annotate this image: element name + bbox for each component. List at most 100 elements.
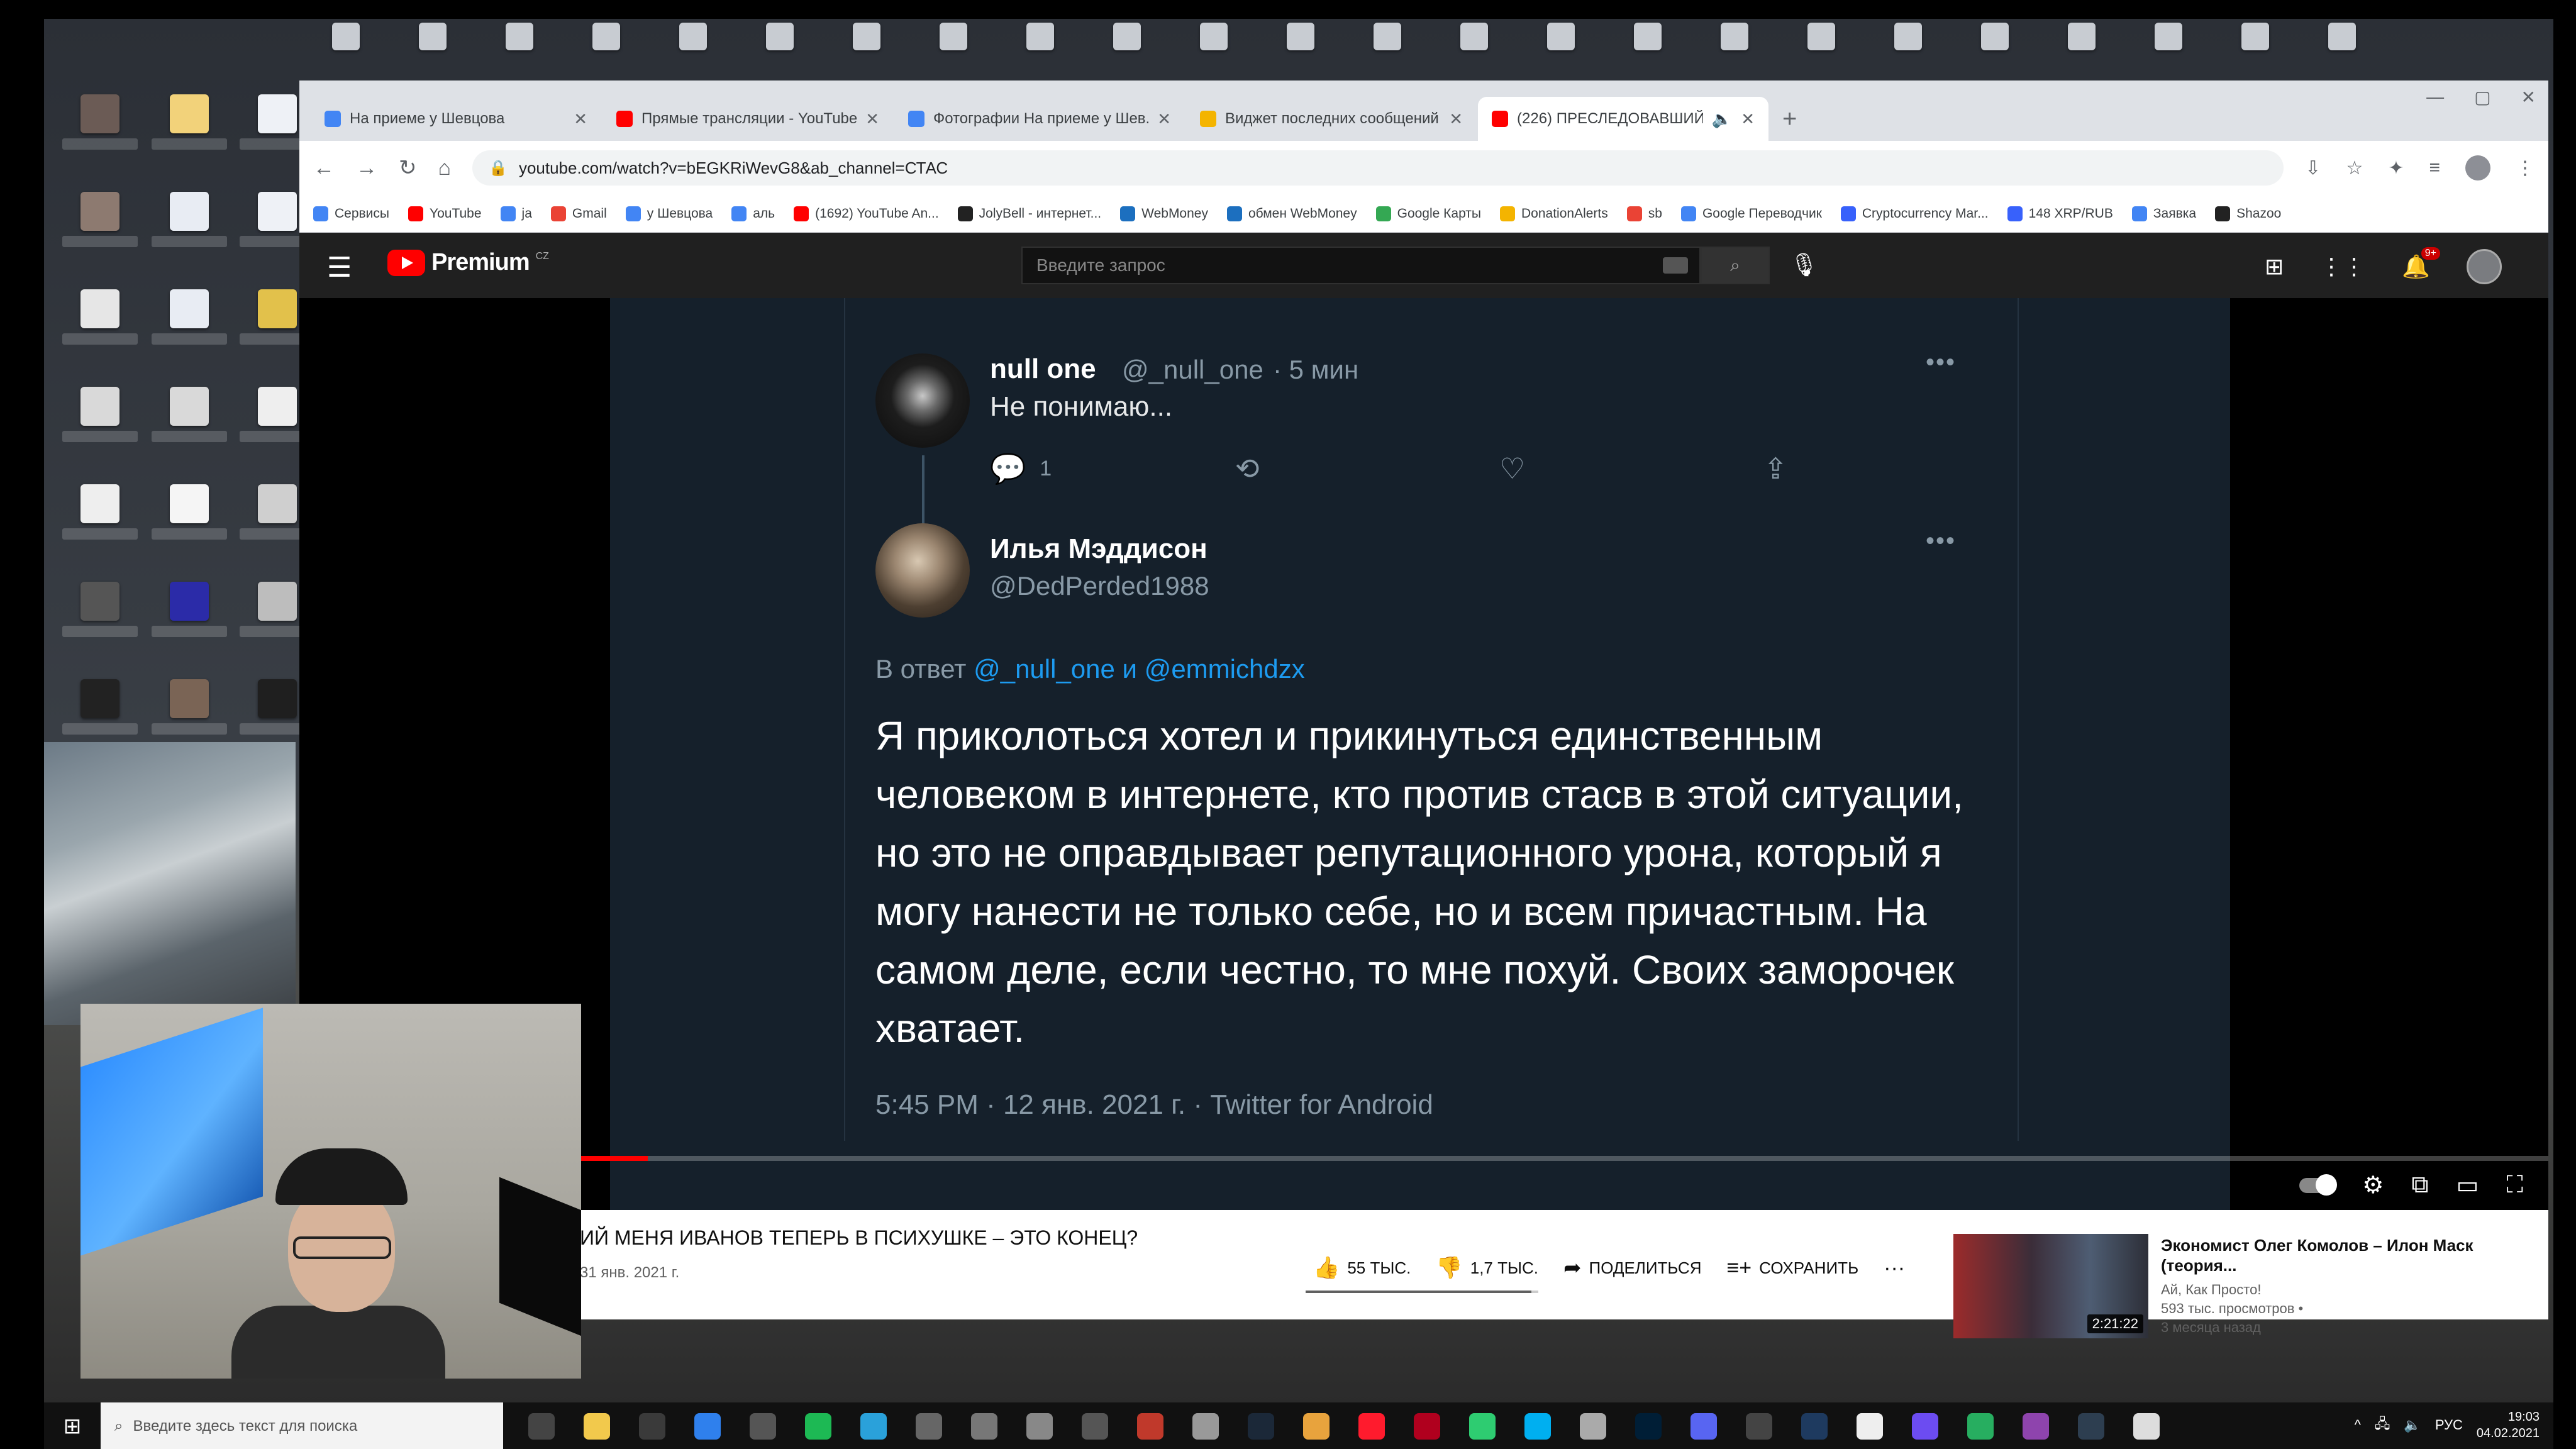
bookmark-item[interactable]: Google Переводчик [1680, 206, 1822, 221]
create-video-icon[interactable]: ⊞ [2265, 253, 2284, 280]
spotify-icon[interactable] [805, 1413, 831, 1440]
bookmark-item[interactable]: Заявка [2131, 206, 2196, 221]
app-icon[interactable] [971, 1413, 997, 1440]
desktop-icon[interactable] [2218, 23, 2293, 73]
bookmark-item[interactable]: Cryptocurrency Mar... [1840, 206, 1989, 221]
share-button[interactable]: ➦ ПОДЕЛИТЬСЯ [1563, 1255, 1701, 1280]
tab-3[interactable]: Фотографии На приеме у Шев... ✕ [894, 97, 1185, 141]
desktop-icon[interactable] [1870, 23, 1946, 73]
photoshop-icon[interactable] [1635, 1413, 1662, 1440]
close-icon[interactable]: ✕ [865, 109, 879, 129]
bookmark-item[interactable]: sb [1626, 206, 1662, 221]
skype-icon[interactable] [1524, 1413, 1551, 1440]
desktop-icon[interactable] [1089, 23, 1165, 73]
bookmark-item[interactable]: Google Карты [1375, 206, 1481, 221]
tab-1[interactable]: На приеме у Шевцова ✕ [311, 97, 601, 141]
video-progress-bar[interactable] [299, 1156, 2548, 1161]
app-icon[interactable] [2078, 1413, 2104, 1440]
bookmark-item[interactable]: DonationAlerts [1500, 206, 1608, 221]
minimize-icon[interactable]: — [2426, 87, 2444, 108]
bookmark-item[interactable]: (1692) YouTube An... [794, 206, 939, 221]
microphone-icon[interactable]: 🎙 [1790, 252, 1819, 278]
calculator-icon[interactable] [916, 1413, 942, 1440]
bookmark-item[interactable]: Shazoo [2215, 206, 2281, 221]
desktop-icon[interactable] [59, 192, 141, 289]
profile-avatar[interactable] [2465, 155, 2490, 180]
tab-5-active[interactable]: (226) ПРЕСЛЕДОВАВШИЙ 🔈 ✕ [1478, 97, 1768, 141]
desktop-icon[interactable] [308, 23, 384, 73]
miniplayer-icon[interactable]: ⧉ [2411, 1172, 2428, 1199]
desktop-icon[interactable] [59, 387, 141, 484]
media-icon[interactable]: ≡ [2429, 157, 2440, 179]
bookmark-item[interactable]: 148 XRP/RUB [2007, 206, 2113, 221]
menu-icon[interactable]: ⋮ [2516, 157, 2534, 179]
settings-gear-icon[interactable] [1580, 1413, 1606, 1440]
desktop-icon[interactable] [2304, 23, 2380, 73]
home-icon[interactable]: ⌂ [438, 156, 452, 180]
desktop-icon[interactable] [148, 582, 230, 679]
desktop-icon[interactable] [916, 23, 991, 73]
telegram-icon[interactable] [860, 1413, 887, 1440]
desktop-icon[interactable] [1957, 23, 2033, 73]
app-icon[interactable] [1967, 1413, 1994, 1440]
desktop-icon[interactable] [395, 23, 470, 73]
close-icon[interactable]: ✕ [1449, 109, 1463, 129]
desktop-icon[interactable] [2131, 23, 2206, 73]
close-icon[interactable]: ✕ [1157, 109, 1171, 129]
network-icon[interactable]: 🖧 [2375, 1413, 2390, 1437]
desktop-icon[interactable] [1263, 23, 1338, 73]
extensions-icon[interactable]: ✦ [2388, 157, 2404, 179]
desktop-icon[interactable] [1610, 23, 1685, 73]
file-icon[interactable] [2133, 1413, 2160, 1440]
speaker-icon[interactable]: 🔈 [1712, 109, 1732, 129]
bookmark-item[interactable]: ja [500, 206, 532, 221]
desktop-icon[interactable] [742, 23, 818, 73]
store-icon[interactable] [639, 1413, 665, 1440]
bookmark-item[interactable]: Gmail [550, 206, 607, 221]
desktop-icon[interactable] [59, 582, 141, 679]
tab-2[interactable]: Прямые трансляции - YouTube ✕ [602, 97, 893, 141]
tab-4[interactable]: Виджет последних сообщений ✕ [1186, 97, 1477, 141]
app-icon[interactable] [1137, 1413, 1163, 1440]
desktop-icon[interactable] [148, 192, 230, 289]
desktop-icon[interactable] [569, 23, 644, 73]
fullscreen-icon[interactable]: ⛶ [2506, 1172, 2523, 1199]
close-icon[interactable]: ✕ [1741, 109, 1755, 129]
maximize-icon[interactable]: ▢ [2474, 87, 2490, 108]
app-icon[interactable] [1192, 1413, 1219, 1440]
settings-gear-icon[interactable]: ⚙ [2362, 1171, 2384, 1199]
mail-icon[interactable] [694, 1413, 721, 1440]
video-thumbnail[interactable]: 2:21:22 [1953, 1234, 2148, 1338]
close-icon[interactable]: ✕ [2521, 87, 2536, 108]
desktop-icon[interactable] [59, 679, 141, 777]
desktop-icon[interactable] [1784, 23, 1859, 73]
taskbar-search-input[interactable]: ⌕ Введите здесь текст для поиска [101, 1402, 503, 1449]
app-icon[interactable] [750, 1413, 776, 1440]
desktop-icon[interactable] [655, 23, 731, 73]
recommended-video[interactable]: 2:21:22 Экономист Олег Комолов – Илон Ма… [1953, 1234, 2519, 1338]
bookmark-item[interactable]: YouTube [408, 206, 482, 221]
apps-grid-icon[interactable]: ⋮⋮ [2320, 253, 2365, 280]
video-player[interactable]: null one @_null_one · 5 мин ••• Не поним… [299, 298, 2548, 1210]
notepad-icon[interactable] [1857, 1413, 1883, 1440]
desktop-icon[interactable] [59, 484, 141, 582]
desktop-icon[interactable] [1002, 23, 1078, 73]
desktop-icon[interactable] [1350, 23, 1425, 73]
app-icon[interactable] [1469, 1413, 1496, 1440]
app-icon[interactable] [2023, 1413, 2049, 1440]
star-icon[interactable]: ☆ [2346, 157, 2363, 179]
new-tab-button[interactable]: + [1782, 105, 1797, 133]
back-icon[interactable]: ← [313, 156, 335, 180]
steam-icon[interactable] [1248, 1413, 1274, 1440]
file-explorer-icon[interactable] [584, 1413, 610, 1440]
desktop-icon[interactable] [148, 484, 230, 582]
keyboard-icon[interactable] [1663, 257, 1688, 274]
desktop-icon[interactable] [148, 94, 230, 192]
desktop-icon[interactable] [482, 23, 557, 73]
reload-icon[interactable]: ↻ [399, 155, 417, 180]
autoplay-toggle[interactable] [2299, 1174, 2338, 1196]
desktop-icon[interactable] [59, 94, 141, 192]
bookmark-item[interactable]: у Шевцова [625, 206, 713, 221]
desktop-icon[interactable] [1697, 23, 1772, 73]
desktop-icon[interactable] [1436, 23, 1512, 73]
